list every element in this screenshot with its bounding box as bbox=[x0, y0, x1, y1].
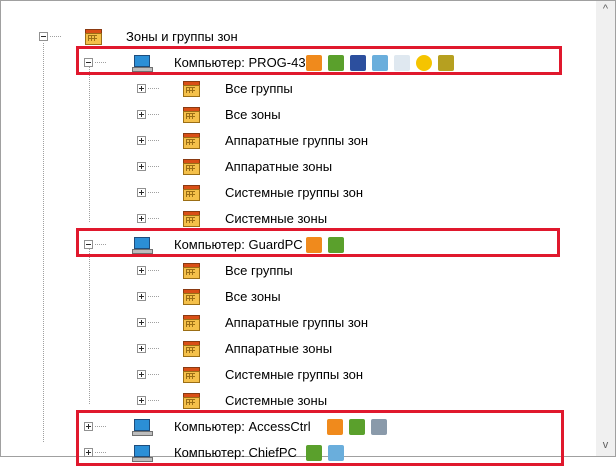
group-row[interactable]: Системные зоны bbox=[1, 209, 596, 229]
expand-toggle[interactable] bbox=[137, 318, 146, 327]
tree-connector bbox=[148, 322, 160, 323]
folder-grid bbox=[186, 165, 195, 171]
group-row[interactable]: Аппаратные группы зон bbox=[1, 131, 596, 151]
folder-grid bbox=[186, 87, 195, 93]
tree-root-row[interactable]: Зоны и группы зон bbox=[1, 27, 596, 47]
zone-folder-icon bbox=[182, 107, 200, 123]
group-row[interactable]: Все зоны bbox=[1, 287, 596, 307]
folder-grid bbox=[186, 373, 195, 379]
group-row[interactable]: Системные зоны bbox=[1, 391, 596, 411]
tree-connector bbox=[148, 374, 160, 375]
tree-connector bbox=[148, 270, 160, 271]
folder-grid bbox=[186, 399, 195, 405]
zone-folder-icon bbox=[182, 289, 200, 305]
zone-folder-icon bbox=[182, 81, 200, 97]
folder-grid bbox=[186, 217, 195, 223]
highlight-box bbox=[76, 46, 562, 75]
group-row[interactable]: Все зоны bbox=[1, 105, 596, 125]
group-label: Все группы bbox=[225, 81, 293, 96]
tree-connector bbox=[148, 296, 160, 297]
tree-root-label: Зоны и группы зон bbox=[126, 29, 238, 44]
document-icon bbox=[327, 445, 344, 461]
tree-connector bbox=[95, 452, 107, 453]
group-label: Все зоны bbox=[225, 107, 281, 122]
collapse-toggle[interactable] bbox=[39, 32, 48, 41]
group-row[interactable]: Все группы bbox=[1, 79, 596, 99]
tree-view-frame: Зоны и группы зон Компьютер: PROG-43 Все г… bbox=[0, 0, 616, 466]
zone-folder-icon bbox=[84, 29, 102, 45]
zone-folder-icon bbox=[182, 159, 200, 175]
group-label: Системные зоны bbox=[225, 211, 328, 226]
expand-toggle[interactable] bbox=[137, 84, 146, 93]
zone-folder-icon bbox=[182, 263, 200, 279]
group-row[interactable]: Системные группы зон bbox=[1, 365, 596, 385]
zone-folder-icon bbox=[182, 367, 200, 383]
expand-toggle[interactable] bbox=[137, 214, 146, 223]
group-label: Аппаратные группы зон bbox=[225, 133, 369, 148]
tree-connector bbox=[148, 140, 160, 141]
group-row[interactable]: Аппаратные зоны bbox=[1, 339, 596, 359]
expand-toggle[interactable] bbox=[137, 110, 146, 119]
group-row[interactable]: Аппаратные группы зон bbox=[1, 313, 596, 333]
vertical-scrollbar[interactable]: ^ v bbox=[596, 1, 615, 456]
group-label: Системные зоны bbox=[225, 393, 328, 408]
folder-grid bbox=[186, 269, 195, 275]
expand-toggle[interactable] bbox=[137, 136, 146, 145]
folder-grid bbox=[186, 113, 195, 119]
zone-folder-icon bbox=[182, 341, 200, 357]
computer-row[interactable]: Компьютер: ChiefPC bbox=[1, 443, 596, 463]
expand-toggle[interactable] bbox=[137, 370, 146, 379]
folder-grid bbox=[186, 347, 195, 353]
tree-connector bbox=[148, 400, 160, 401]
group-row[interactable]: Аппаратные зоны bbox=[1, 157, 596, 177]
group-row[interactable]: Системные группы зон bbox=[1, 183, 596, 203]
folder-grid bbox=[186, 321, 195, 327]
zone-folder-icon bbox=[182, 185, 200, 201]
expand-toggle[interactable] bbox=[137, 266, 146, 275]
tree-connector bbox=[148, 114, 160, 115]
folder-grid bbox=[186, 191, 195, 197]
expand-toggle[interactable] bbox=[137, 292, 146, 301]
zone-folder-icon bbox=[182, 133, 200, 149]
folder-grid bbox=[186, 139, 195, 145]
computer-icon bbox=[132, 444, 153, 462]
tree-connector bbox=[148, 88, 160, 89]
group-label: Все зоны bbox=[225, 289, 281, 304]
scroll-up-button[interactable]: ^ bbox=[596, 1, 615, 18]
highlight-box bbox=[76, 228, 560, 257]
computer-screen bbox=[134, 445, 150, 457]
expand-toggle[interactable] bbox=[137, 188, 146, 197]
folder-grid bbox=[88, 35, 97, 41]
computer-base bbox=[132, 457, 153, 462]
tree-connector bbox=[148, 166, 160, 167]
zones-tree[interactable]: Зоны и группы зон Компьютер: PROG-43 Все г… bbox=[1, 1, 596, 466]
expand-toggle[interactable] bbox=[84, 448, 93, 457]
zone-folder-icon bbox=[182, 315, 200, 331]
computer-label: Компьютер: ChiefPC bbox=[174, 445, 297, 460]
group-label: Аппаратные группы зон bbox=[225, 315, 369, 330]
device-icon bbox=[305, 445, 322, 461]
tree-connector bbox=[148, 192, 160, 193]
expand-toggle[interactable] bbox=[137, 396, 146, 405]
group-label: Аппаратные зоны bbox=[225, 341, 333, 356]
expand-toggle[interactable] bbox=[137, 162, 146, 171]
scroll-down-button[interactable]: v bbox=[596, 437, 615, 454]
folder-grid bbox=[186, 295, 195, 301]
zone-folder-icon bbox=[182, 393, 200, 409]
group-label: Системные группы зон bbox=[225, 367, 364, 382]
tree-connector bbox=[148, 348, 160, 349]
group-row[interactable]: Все группы bbox=[1, 261, 596, 281]
group-label: Аппаратные зоны bbox=[225, 159, 333, 174]
group-label: Системные группы зон bbox=[225, 185, 364, 200]
tree-connector bbox=[148, 218, 160, 219]
zone-folder-icon bbox=[182, 211, 200, 227]
tree-connector bbox=[50, 36, 62, 37]
group-label: Все группы bbox=[225, 263, 293, 278]
expand-toggle[interactable] bbox=[137, 344, 146, 353]
